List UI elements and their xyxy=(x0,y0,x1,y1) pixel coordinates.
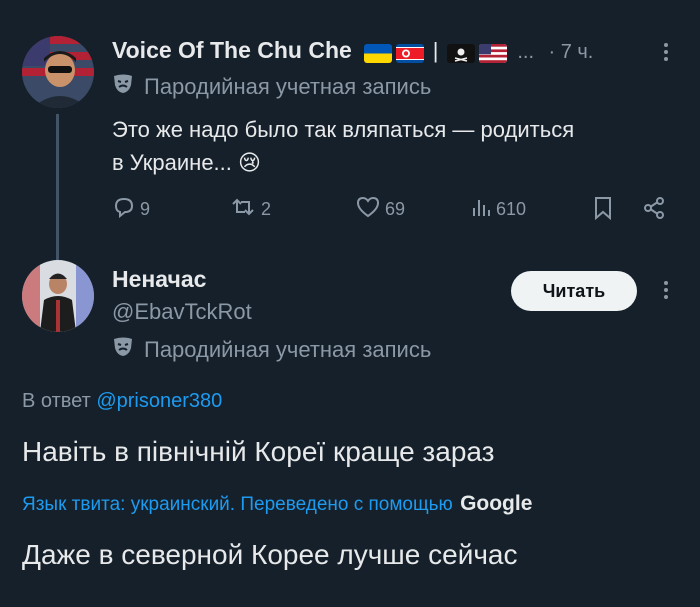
reply-to-link[interactable]: @prisoner380 xyxy=(96,390,222,412)
thread-connector-line xyxy=(56,114,59,260)
name-truncation-ellipsis: ... xyxy=(517,41,535,63)
parody-mask-icon xyxy=(112,73,134,101)
tweet1-header: Voice Of The Chu Che | ... · 7 ч. xyxy=(112,37,593,64)
read-button[interactable]: Читать xyxy=(511,271,637,311)
views-button[interactable]: 610 xyxy=(470,196,526,223)
heart-icon xyxy=(355,196,381,223)
translated-text: Даже в северной Корее лучше сейчас xyxy=(22,539,518,570)
parody-account-label: Пародийная учетная запись xyxy=(112,73,431,101)
like-button[interactable]: 69 xyxy=(355,196,405,223)
reply-button[interactable]: 9 xyxy=(112,196,150,223)
retweet-button[interactable]: 2 xyxy=(229,196,271,223)
translation-note-link[interactable]: Язык твита: украинский. Переведено с пом… xyxy=(22,494,453,515)
views-icon xyxy=(470,196,492,223)
bookmark-button[interactable] xyxy=(592,196,614,225)
google-logo: Google xyxy=(460,492,533,515)
north-korea-flag-icon xyxy=(396,44,425,64)
parody-mask-icon xyxy=(112,336,134,364)
tweet-text-line2-content: в Украине... xyxy=(112,150,232,175)
tweet-text-line2: в Украине... 😢 xyxy=(112,146,692,179)
share-icon xyxy=(642,196,666,225)
translation-note: Язык твита: украинский. Переведено с пом… xyxy=(22,492,532,516)
reply-prefix: В ответ xyxy=(22,390,91,412)
share-button[interactable] xyxy=(642,196,666,225)
retweet-icon xyxy=(229,196,257,223)
reply-count: 9 xyxy=(140,199,151,219)
retweet-count: 2 xyxy=(261,199,272,219)
tweet-text: Навіть в північній Кореї краще зараз xyxy=(22,436,495,467)
avatar[interactable] xyxy=(22,260,94,332)
author-handle[interactable]: @EbavTckRot xyxy=(112,299,252,325)
usa-flag-icon xyxy=(478,44,507,64)
pirate-flag-icon xyxy=(446,44,475,64)
tweet2-header: Неначас @EbavTckRot xyxy=(112,266,252,325)
author-name[interactable]: Неначас xyxy=(112,266,252,293)
views-count: 610 xyxy=(496,199,527,219)
like-count: 69 xyxy=(385,199,406,219)
bookmark-icon xyxy=(592,196,614,225)
name-flags xyxy=(364,44,425,64)
reply-context: В ответ @prisoner380 xyxy=(22,390,222,413)
name-flags-extra xyxy=(446,44,507,64)
tweet-text: Это же надо было так вляпаться — родитьс… xyxy=(112,113,692,179)
tweet-text-line1: Это же надо было так вляпаться — родитьс… xyxy=(112,117,575,142)
more-options-icon[interactable] xyxy=(664,278,670,302)
parody-label-text: Пародийная учетная запись xyxy=(144,74,432,99)
header-separator: | xyxy=(432,38,439,63)
parody-label-text: Пародийная учетная запись xyxy=(144,337,432,362)
avatar[interactable] xyxy=(22,36,94,108)
parody-account-label: Пародийная учетная запись xyxy=(112,336,431,364)
ukraine-flag-icon xyxy=(364,44,393,64)
reply-icon xyxy=(112,196,136,223)
more-options-icon[interactable] xyxy=(664,40,670,64)
author-name[interactable]: Voice Of The Chu Che xyxy=(112,37,352,63)
tweet-action-bar: 9 2 69 610 xyxy=(112,196,672,222)
crying-face-emoji: 😢 xyxy=(238,150,261,175)
tweet-time[interactable]: · 7 ч. xyxy=(548,41,593,63)
